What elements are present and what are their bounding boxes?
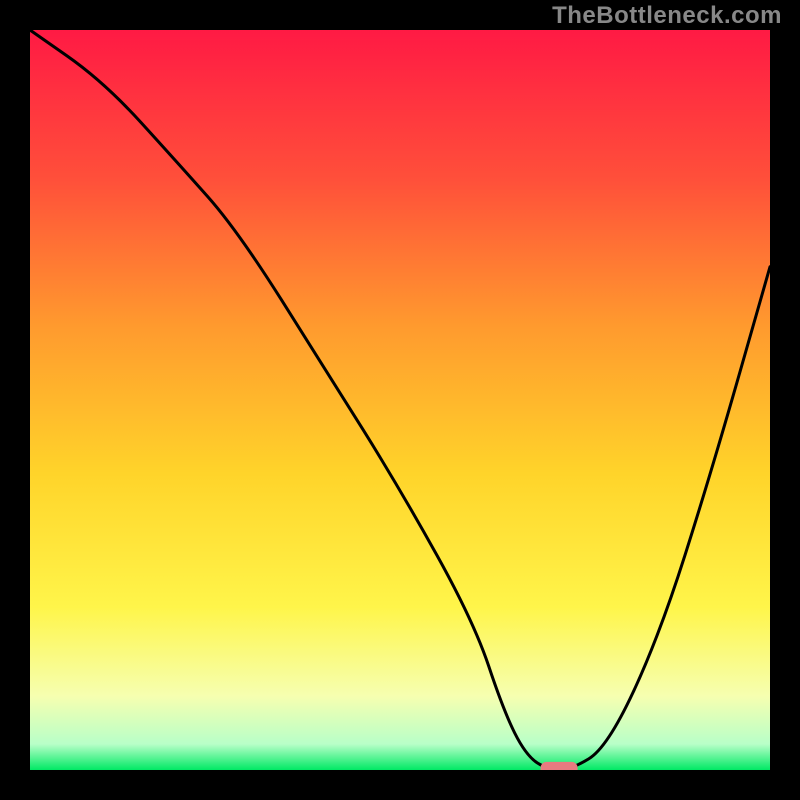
optimal-marker <box>541 762 578 770</box>
gradient-background <box>30 30 770 770</box>
chart-frame: TheBottleneck.com <box>0 0 800 800</box>
bottleneck-chart <box>30 30 770 770</box>
watermark-text: TheBottleneck.com <box>552 2 782 30</box>
